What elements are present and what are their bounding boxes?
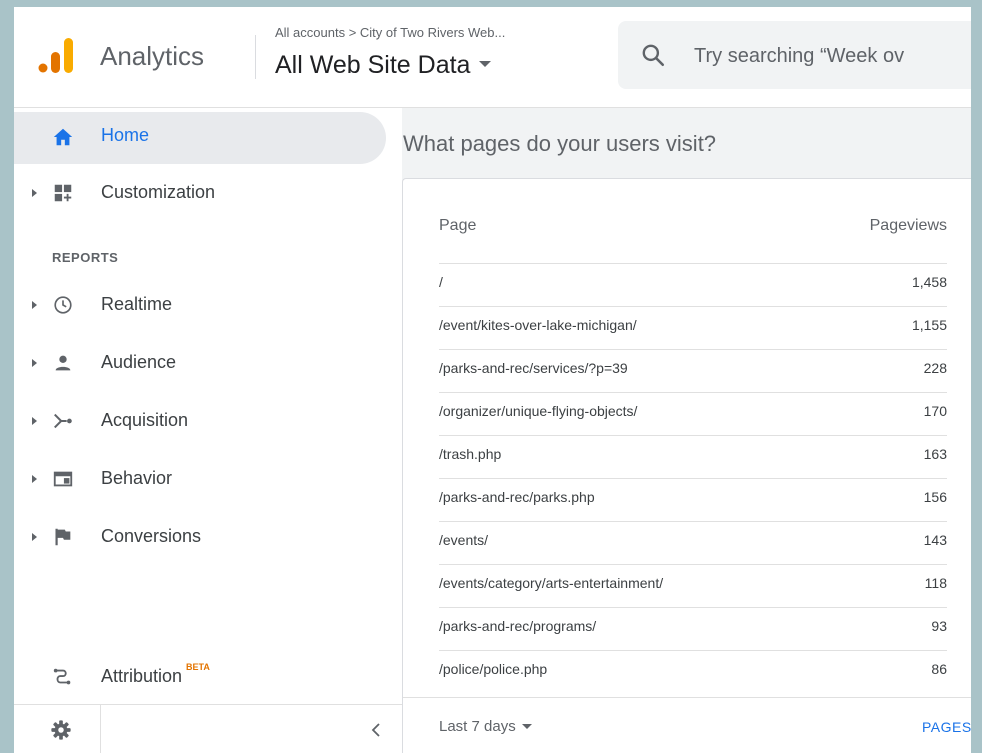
table-body: / 1,458 /event/kites-over-lake-michigan/…	[439, 263, 947, 693]
sidebar-item-label: Home	[101, 125, 150, 145]
sidebar-item-behavior[interactable]: Behavior	[14, 456, 386, 504]
person-icon	[55, 355, 71, 371]
home-icon	[53, 128, 73, 146]
sidebar-footer-divider	[100, 705, 101, 753]
expand-arrow-icon	[32, 533, 37, 541]
sidebar-item-audience[interactable]: Audience	[14, 340, 386, 388]
sidebar-item-label: Audience	[101, 352, 177, 372]
date-range-selector[interactable]: Last 7 days	[439, 718, 532, 735]
sidebar-item-label: Behavior	[101, 468, 173, 488]
header-divider	[255, 35, 256, 79]
section-question: What pages do your users visit?	[403, 131, 717, 156]
attribution-label: Attribution	[101, 666, 183, 686]
behavior-icon	[53, 471, 73, 487]
view-name: All Web Site Data	[275, 51, 471, 79]
view-selector[interactable]: All Web Site Data	[275, 51, 492, 80]
row-page: /	[439, 274, 443, 290]
sidebar-footer	[14, 704, 402, 753]
row-pageviews: 93	[931, 618, 947, 634]
table-row[interactable]: /parks-and-rec/parks.php 156	[439, 478, 947, 521]
product-name: Analytics	[100, 41, 205, 71]
table-row[interactable]: /police/police.php 86	[439, 650, 947, 693]
table-row[interactable]: /organizer/unique-flying-objects/ 170	[439, 392, 947, 435]
row-page: /events/	[439, 532, 489, 548]
row-pageviews: 170	[923, 403, 947, 419]
row-page: /parks-and-rec/parks.php	[439, 489, 595, 505]
row-page: /police/police.php	[439, 661, 548, 677]
sidebar-item-customization[interactable]: Customization	[14, 170, 386, 218]
expand-arrow-icon	[32, 301, 37, 309]
main-content: What pages do your users visit? Page Pag…	[402, 108, 971, 753]
customization-icon	[54, 184, 72, 202]
row-page: /trash.php	[439, 446, 502, 462]
chevron-down-icon	[479, 61, 492, 68]
expand-arrow-icon	[32, 359, 37, 367]
sidebar-item-home[interactable]: Home	[14, 112, 386, 164]
card-footer: Last 7 days PAGES	[403, 697, 971, 753]
attribution-icon	[53, 668, 71, 685]
sidebar: Home Customization REPORTS Realtime Audi…	[14, 108, 402, 753]
expand-arrow-icon	[32, 189, 37, 197]
table-row[interactable]: /events/ 143	[439, 521, 947, 564]
sidebar-item-label: Attribution BETA	[101, 662, 210, 687]
sidebar-item-realtime[interactable]: Realtime	[14, 282, 386, 330]
row-page: /organizer/unique-flying-objects/	[439, 403, 638, 419]
sidebar-item-acquisition[interactable]: Acquisition	[14, 398, 386, 446]
expand-arrow-icon	[32, 417, 37, 425]
gear-icon[interactable]	[50, 719, 72, 741]
table-header: Page Pageviews	[439, 217, 947, 247]
row-pageviews: 86	[931, 661, 947, 677]
sidebar-item-label: Customization	[101, 182, 216, 202]
chevron-down-icon	[521, 723, 532, 729]
row-pageviews: 163	[923, 446, 947, 462]
column-header-page: Page	[439, 217, 477, 234]
beta-badge: BETA	[186, 662, 210, 672]
clock-icon	[54, 296, 72, 314]
table-row[interactable]: / 1,458	[439, 263, 947, 306]
row-pageviews: 156	[923, 489, 947, 505]
top-pages-card: Page Pageviews / 1,458 /event/kites-over…	[402, 178, 971, 753]
search-input[interactable]	[692, 41, 971, 71]
header: Analytics All accounts > City of Two Riv…	[14, 7, 971, 108]
search-icon	[642, 44, 665, 67]
row-pageviews: 1,155	[911, 317, 947, 333]
table-row[interactable]: /event/kites-over-lake-michigan/ 1,155	[439, 306, 947, 349]
app-frame: Analytics All accounts > City of Two Riv…	[14, 7, 971, 753]
breadcrumb[interactable]: All accounts > City of Two Rivers Web...	[275, 25, 505, 40]
sidebar-item-label: Realtime	[101, 294, 173, 314]
column-header-pageviews: Pageviews	[869, 217, 947, 234]
sidebar-item-attribution[interactable]: Attribution BETA	[14, 654, 386, 702]
table-row[interactable]: /parks-and-rec/programs/ 93	[439, 607, 947, 650]
pages-report-link[interactable]: PAGES	[922, 719, 971, 735]
row-page: /parks-and-rec/services/?p=39	[439, 360, 628, 376]
date-range-label: Last 7 days	[439, 718, 516, 735]
row-pageviews: 228	[923, 360, 947, 376]
row-pageviews: 118	[924, 575, 947, 591]
table-row[interactable]: /parks-and-rec/services/?p=39 228	[439, 349, 947, 392]
table-row[interactable]: /trash.php 163	[439, 435, 947, 478]
sidebar-item-conversions[interactable]: Conversions	[14, 514, 386, 562]
table-row[interactable]: /events/category/arts-entertainment/ 118	[439, 564, 947, 607]
row-page: /events/category/arts-entertainment/	[439, 575, 664, 591]
reports-section-header: REPORTS	[52, 250, 119, 265]
expand-arrow-icon	[32, 475, 37, 483]
chevron-left-icon[interactable]	[368, 721, 386, 739]
row-pageviews: 143	[923, 532, 947, 548]
row-pageviews: 1,458	[911, 274, 947, 290]
acquisition-icon	[54, 413, 72, 429]
analytics-logo-icon[interactable]	[36, 35, 76, 75]
sidebar-item-label: Acquisition	[101, 410, 189, 430]
row-page: /parks-and-rec/programs/	[439, 618, 597, 634]
flag-icon	[55, 528, 71, 546]
sidebar-item-label: Conversions	[101, 526, 202, 546]
search-box[interactable]	[618, 21, 971, 89]
row-page: /event/kites-over-lake-michigan/	[439, 317, 637, 333]
